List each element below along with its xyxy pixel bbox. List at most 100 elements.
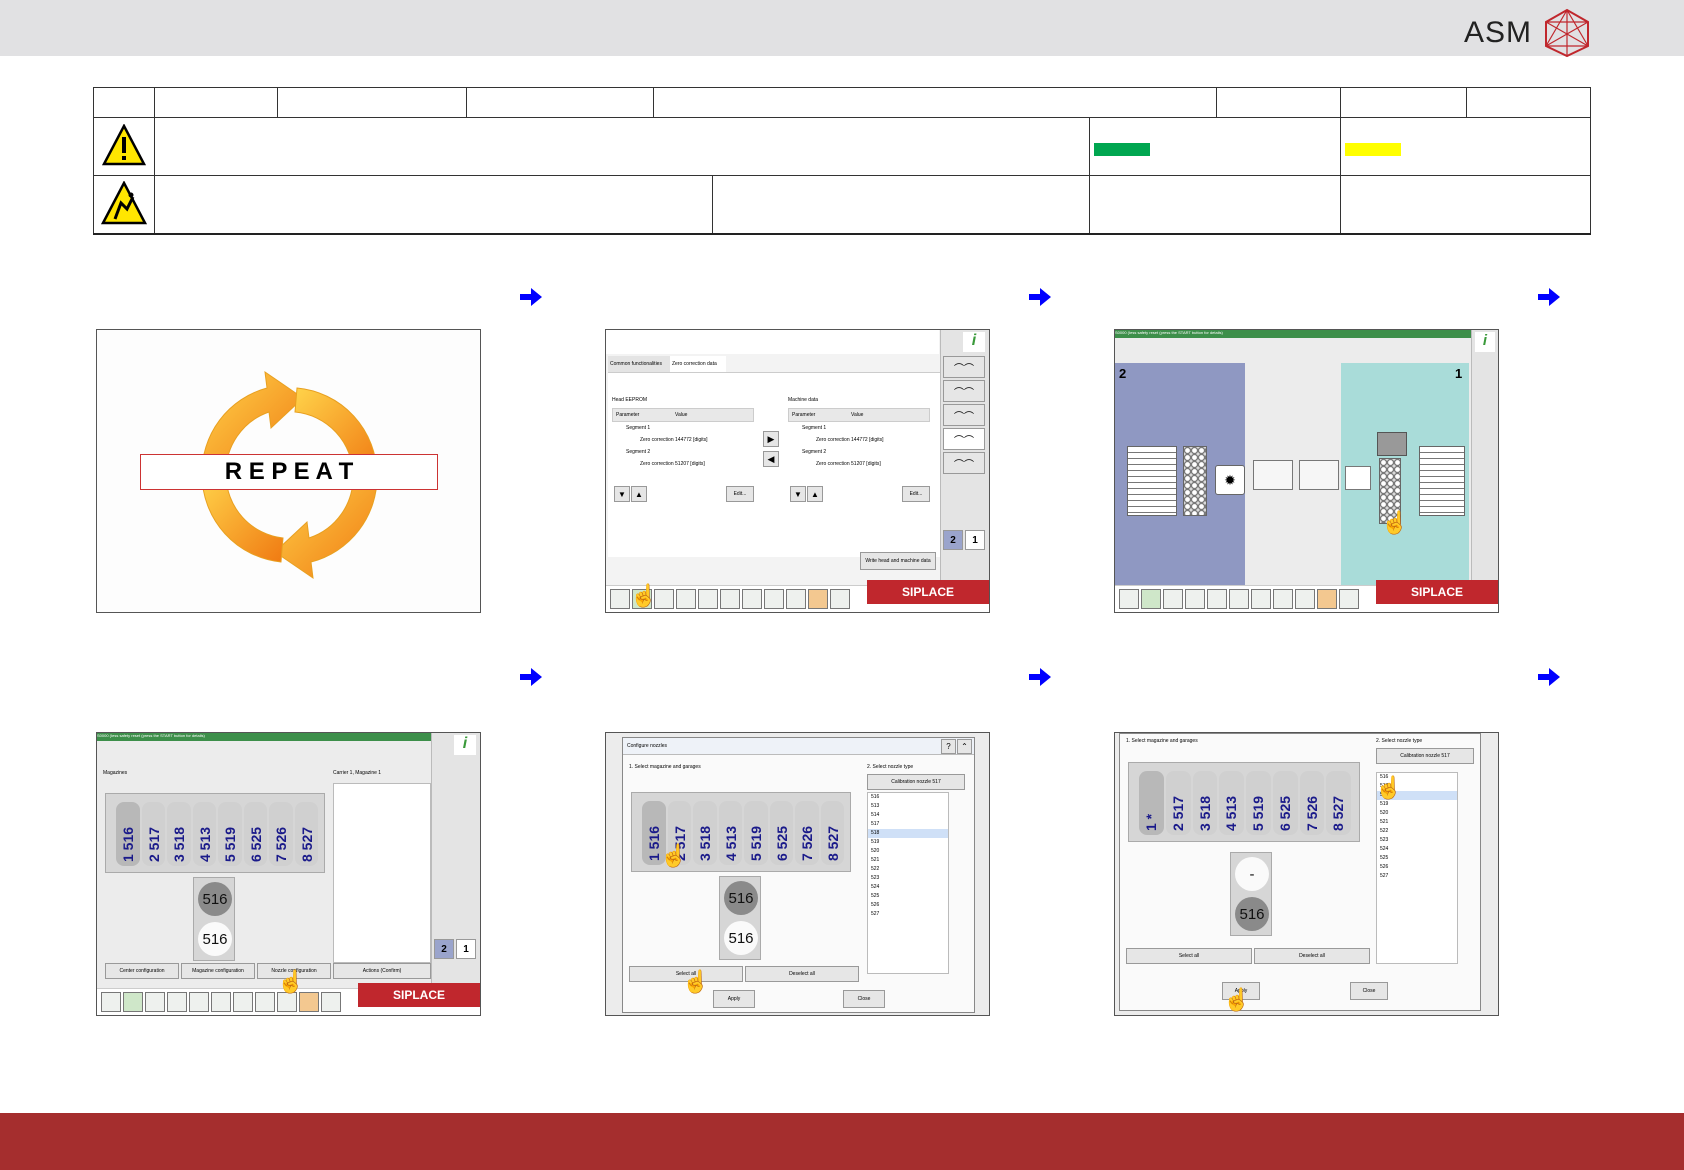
move-down-button[interactable]: ▼	[614, 486, 630, 502]
list-item[interactable]: 527	[1377, 872, 1457, 881]
apply-button[interactable]: Apply	[713, 990, 755, 1008]
toolbar-icon[interactable]	[255, 992, 275, 1012]
list-item[interactable]: 527	[868, 910, 948, 919]
toolbar-icon[interactable]	[742, 589, 762, 609]
garage-slot-2[interactable]: 516	[198, 922, 232, 956]
list-item[interactable]: 526	[868, 901, 948, 910]
nozzle-type-list[interactable]: 516 513 514 517 518 519 520 521 522 523 524 525 526 5…	[867, 792, 949, 974]
toolbar-icon[interactable]	[698, 589, 718, 609]
list-item[interactable]: 522	[1377, 827, 1457, 836]
toolbar-icon[interactable]	[1317, 589, 1337, 609]
toolbar-icon[interactable]	[189, 992, 209, 1012]
toolbar-icon[interactable]	[1141, 589, 1161, 609]
list-item[interactable]: 525	[1377, 854, 1457, 863]
nozzle-icon[interactable]: ⌒⌒	[943, 404, 985, 426]
magazine-slot[interactable]: 1 *	[1139, 771, 1164, 835]
list-item[interactable]: 514	[868, 811, 948, 820]
toolbar-icon[interactable]	[830, 589, 850, 609]
list-item[interactable]: 525	[868, 892, 948, 901]
magazine-slot[interactable]: 4 513	[718, 801, 742, 865]
magazine-slot[interactable]: 7 526	[269, 802, 293, 866]
list-item[interactable]: 521	[868, 856, 948, 865]
magazine-slot[interactable]: 6 525	[769, 801, 793, 865]
edit-button[interactable]: Edit...	[902, 486, 930, 502]
magazine-slot[interactable]: 7 526	[795, 801, 819, 865]
close-button[interactable]: Close	[843, 990, 885, 1008]
garage-slot-1[interactable]: 516	[724, 881, 758, 915]
garage-slot-2[interactable]: 516	[724, 921, 758, 955]
move-up-button[interactable]: ▲	[807, 486, 823, 502]
toolbar-icon[interactable]	[1185, 589, 1205, 609]
magazine-slot[interactable]: 2 517	[141, 802, 165, 866]
toolbar-icon[interactable]	[1339, 589, 1359, 609]
move-down-button[interactable]: ▼	[790, 486, 806, 502]
list-item[interactable]: 524	[1377, 845, 1457, 854]
select-all-button[interactable]: Select all	[1126, 948, 1252, 964]
toolbar-icon[interactable]	[764, 589, 784, 609]
list-item[interactable]: 518	[868, 829, 948, 838]
garage-slot-1[interactable]: -	[1235, 857, 1269, 891]
magazine-slot[interactable]: 3 518	[1192, 771, 1218, 835]
list-item[interactable]: 513	[868, 802, 948, 811]
copy-left-button[interactable]: ◀	[763, 451, 779, 467]
edit-button[interactable]: Edit...	[726, 486, 754, 502]
toolbar-icon[interactable]	[145, 992, 165, 1012]
toolbar-icon[interactable]	[211, 992, 231, 1012]
write-head-machine-button[interactable]: Write head and machine data	[860, 552, 936, 570]
move-up-button[interactable]: ▲	[631, 486, 647, 502]
toolbar-icon[interactable]	[277, 992, 297, 1012]
nozzle-icon[interactable]: ⌒⌒	[943, 428, 985, 450]
list-item[interactable]: 519	[868, 838, 948, 847]
toolbar-icon[interactable]	[1251, 589, 1271, 609]
nozzle-icon[interactable]: ⌒⌒	[943, 356, 985, 378]
magazine-slot[interactable]: 1 516	[116, 802, 140, 866]
info-icon[interactable]: i	[1475, 332, 1495, 352]
garage-slot-2[interactable]: 516	[1235, 897, 1269, 931]
segment-2-button[interactable]: 2	[434, 939, 454, 959]
tab-common[interactable]: Common functionalities	[608, 356, 670, 372]
list-item[interactable]: 523	[868, 874, 948, 883]
nozzle-icon[interactable]: ⌒⌒	[943, 380, 985, 402]
magazine-slot[interactable]: 8 527	[1326, 771, 1351, 835]
toolbar-icon[interactable]	[321, 992, 341, 1012]
nozzle-icon[interactable]: ⌒⌒	[943, 452, 985, 474]
toolbar-icon[interactable]	[1229, 589, 1249, 609]
toolbar-icon[interactable]	[676, 589, 696, 609]
magazine-slot[interactable]: 6 525	[243, 802, 267, 866]
list-item[interactable]: 522	[868, 865, 948, 874]
magazine-slot[interactable]: 8 527	[294, 802, 318, 866]
list-item[interactable]: 523	[1377, 836, 1457, 845]
tab-zero-correction[interactable]: Zero correction data	[670, 356, 726, 372]
segment-1-button[interactable]: 1	[965, 530, 985, 550]
toolbar-icon[interactable]	[1207, 589, 1227, 609]
toolbar-icon[interactable]	[786, 589, 806, 609]
toolbar-icon[interactable]	[1273, 589, 1293, 609]
list-item[interactable]: 519	[1377, 800, 1457, 809]
deselect-all-button[interactable]: Deselect all	[1254, 948, 1370, 964]
list-item[interactable]: 520	[1377, 809, 1457, 818]
copy-right-button[interactable]: ▶	[763, 431, 779, 447]
info-icon[interactable]: i	[454, 735, 476, 755]
help-icon[interactable]: ?	[941, 739, 956, 754]
toolbar-icon[interactable]	[101, 992, 121, 1012]
calibration-nozzle-button[interactable]: Calibration nozzle 517	[867, 774, 965, 790]
toolbar-icon[interactable]	[1295, 589, 1315, 609]
toolbar-icon[interactable]	[610, 589, 630, 609]
center-configuration-button[interactable]: Center configuration	[105, 963, 179, 979]
deselect-all-button[interactable]: Deselect all	[745, 966, 859, 982]
close-button[interactable]: Close	[1350, 982, 1388, 1000]
toolbar-icon[interactable]	[123, 992, 143, 1012]
list-item[interactable]: 517	[868, 820, 948, 829]
magazine-configuration-button[interactable]: Magazine configuration	[181, 963, 255, 979]
garage-slot-1[interactable]: 516	[198, 882, 232, 916]
list-item[interactable]: 521	[1377, 818, 1457, 827]
magazine-slot[interactable]: 2 517	[1165, 771, 1191, 835]
toolbar-icon[interactable]	[167, 992, 187, 1012]
list-item[interactable]: 516	[868, 793, 948, 802]
magazine-slot[interactable]: 8 527	[820, 801, 844, 865]
segment-2-button[interactable]: 2	[943, 530, 963, 550]
magazine-slot[interactable]: 5 519	[218, 802, 242, 866]
toolbar-icon[interactable]	[1163, 589, 1183, 609]
magazine-slot[interactable]: 6 525	[1272, 771, 1298, 835]
list-item[interactable]: 520	[868, 847, 948, 856]
